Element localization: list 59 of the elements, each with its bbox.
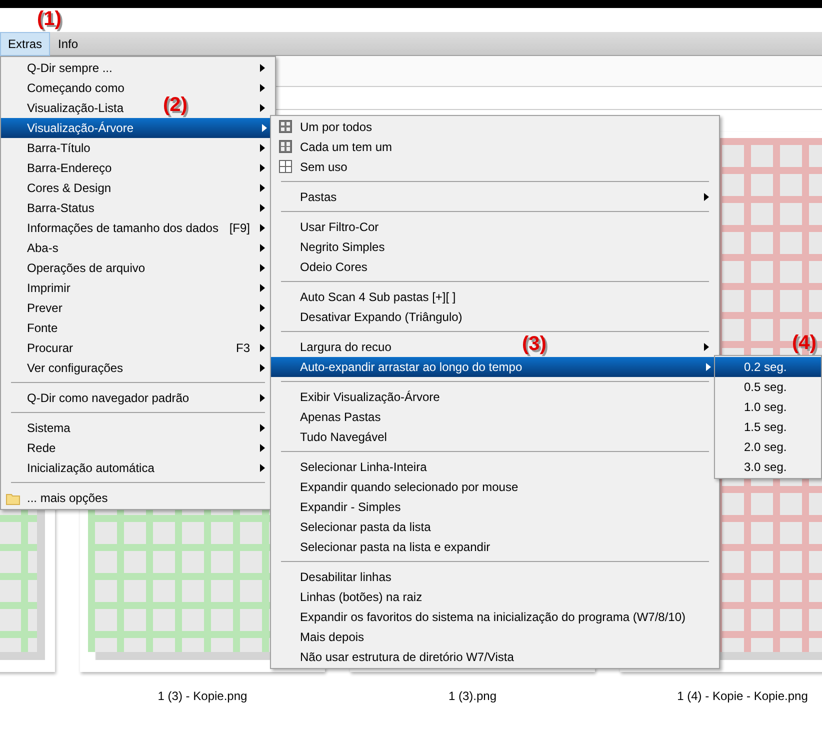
file-name: 1 (3) - Kopie.png <box>158 689 248 703</box>
menu-item[interactable]: Usar Filtro-Cor <box>273 217 717 237</box>
menu-item[interactable]: Apenas Pastas <box>273 407 717 427</box>
menu-item[interactable]: Barra-Endereço <box>3 158 273 178</box>
menu-item[interactable]: 1.0 seg. <box>717 397 819 417</box>
menu-item[interactable]: 1.5 seg. <box>717 417 819 437</box>
shortcut-label: [F9] <box>229 220 250 237</box>
menu-item[interactable]: Imprimir <box>3 278 273 298</box>
menu-bar-item[interactable]: Info <box>50 32 86 56</box>
shortcut-label: F3 <box>236 340 250 357</box>
menu-item[interactable]: Rede <box>3 438 273 458</box>
menu-item[interactable]: Q-Dir sempre ... <box>3 58 273 78</box>
menu-item[interactable]: Q-Dir como navegador padrão <box>3 388 273 408</box>
menu-item[interactable]: Operações de arquivo <box>3 258 273 278</box>
menu-item[interactable]: Selecionar pasta da lista <box>273 517 717 537</box>
menu-bar-item[interactable]: Extras <box>0 32 50 56</box>
menu-item[interactable]: Exibir Visualização-Árvore <box>273 387 717 407</box>
menu-item[interactable]: Negrito Simples <box>273 237 717 257</box>
menu-item[interactable]: Selecionar Linha-Inteira <box>273 457 717 477</box>
grid-icon <box>279 140 292 153</box>
step-marker: (1) <box>37 8 62 30</box>
step-marker: (4) <box>792 332 816 354</box>
menu-item[interactable]: 2.0 seg. <box>717 437 819 457</box>
menu-item[interactable]: Tudo Navegável <box>273 427 717 447</box>
menu-item[interactable]: Informações de tamanho dos dados [F9] <box>3 218 273 238</box>
menu-item[interactable]: Cores & Design <box>3 178 273 198</box>
menu-item[interactable]: ... mais opções <box>3 488 273 508</box>
menu-item[interactable]: Barra-Status <box>3 198 273 218</box>
menu-item[interactable]: Desativar Expando (Triângulo) <box>273 307 717 327</box>
menu-item[interactable]: Ver configurações <box>3 358 273 378</box>
menu-item[interactable]: Barra-Título <box>3 138 273 158</box>
menu-item[interactable]: 3.0 seg. <box>717 457 819 477</box>
menu-item[interactable]: Cada um tem um <box>273 137 717 157</box>
menu-item[interactable]: Não usar estrutura de diretório W7/Vista <box>273 647 717 667</box>
menu-item[interactable]: Sem uso <box>273 157 717 177</box>
menu-item[interactable]: Sistema <box>3 418 273 438</box>
menu-item[interactable]: Expandir quando selecionado por mouse <box>273 477 717 497</box>
menu-item[interactable]: Procurar F3 <box>3 338 273 358</box>
grid-icon <box>279 160 292 173</box>
file-name: 1 (4) - Kopie - Kopie.png <box>677 689 808 703</box>
menu-item[interactable]: Fonte <box>3 318 273 338</box>
folder-icon <box>6 492 20 505</box>
menu-item[interactable]: 0.5 seg. <box>717 377 819 397</box>
menu-item[interactable]: Mais depois <box>273 627 717 647</box>
menu-item[interactable]: Pastas <box>273 187 717 207</box>
grid-icon <box>279 120 292 133</box>
menu-item[interactable]: Auto Scan 4 Sub pastas [+][ ] <box>273 287 717 307</box>
menu-item[interactable]: 0.2 seg. <box>715 357 821 377</box>
menu-item[interactable]: Inicialização automática <box>3 458 273 478</box>
menu-item[interactable]: Expandir - Simples <box>273 497 717 517</box>
menu-item[interactable]: Aba-s <box>3 238 273 258</box>
menu-item[interactable]: Desabilitar linhas <box>273 567 717 587</box>
menu-item[interactable]: Prever <box>3 298 273 318</box>
menu-item[interactable]: Selecionar pasta na lista e expandir <box>273 537 717 557</box>
menu-item[interactable]: Odeio Cores <box>273 257 717 277</box>
menu-item[interactable]: Um por todos <box>273 117 717 137</box>
file-name: 1 (3).png <box>448 689 497 703</box>
menu-item[interactable]: Linhas (botões) na raiz <box>273 587 717 607</box>
menu-item[interactable]: Expandir os favoritos do sistema na inicialização do programa (W7/8/10) <box>273 607 717 627</box>
